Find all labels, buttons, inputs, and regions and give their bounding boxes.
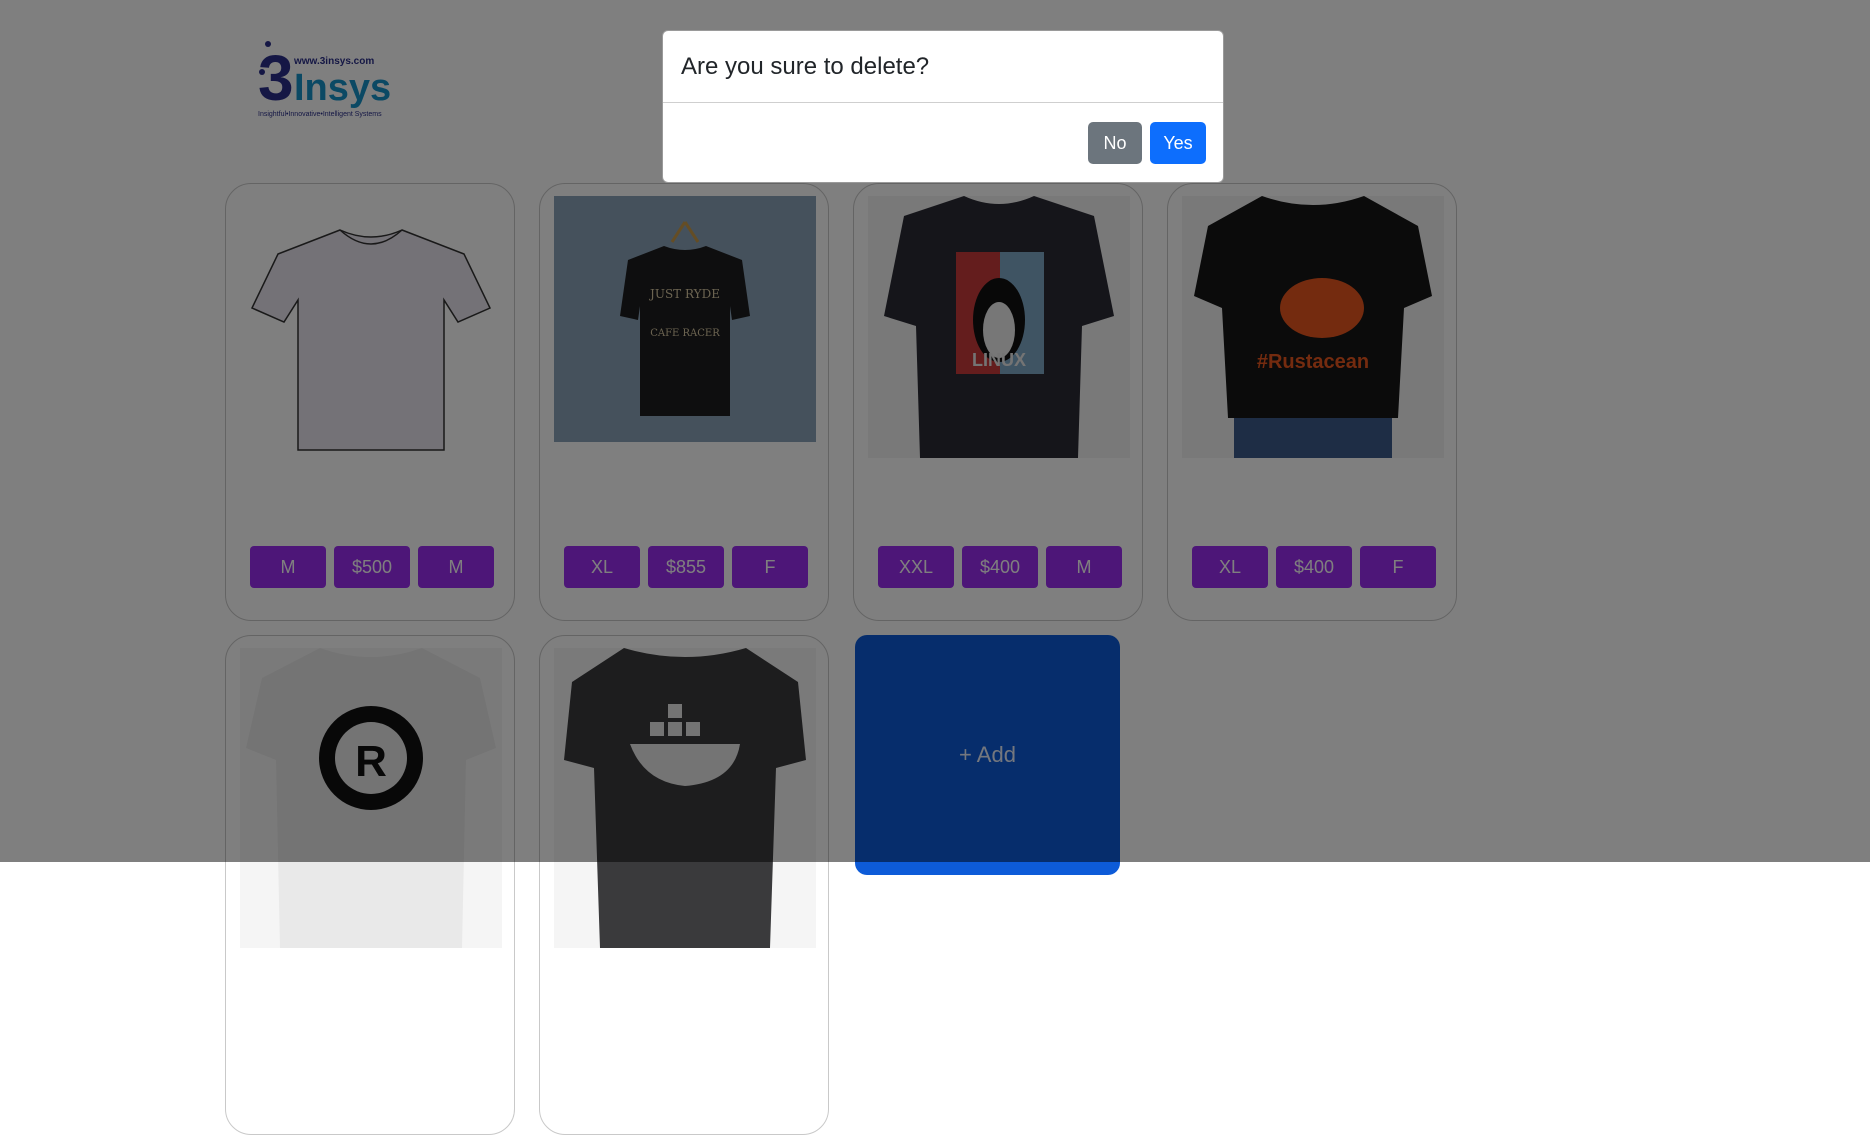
delete-confirm-dialog: Are you sure to delete? No Yes bbox=[662, 30, 1224, 183]
dialog-divider bbox=[663, 102, 1223, 103]
no-button[interactable]: No bbox=[1088, 122, 1142, 164]
product-page: 3 www.3insys.com Insys Insightful•Innova… bbox=[0, 0, 1870, 1135]
yes-button[interactable]: Yes bbox=[1150, 122, 1206, 164]
dialog-title: Are you sure to delete? bbox=[681, 53, 930, 80]
